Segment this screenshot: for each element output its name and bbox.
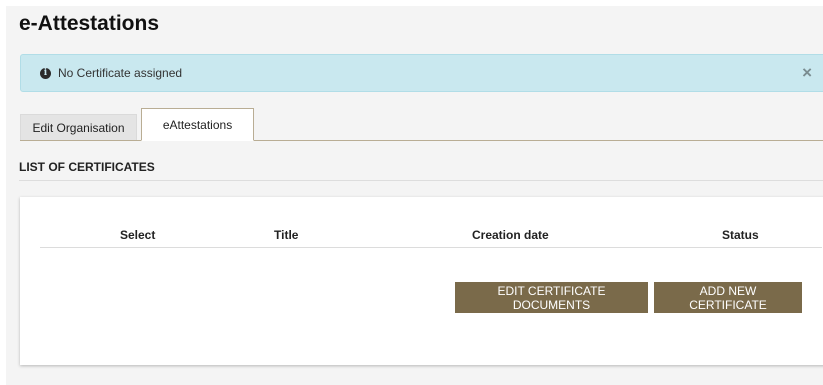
table-header: Select Title Creation date Status <box>40 225 822 248</box>
info-alert: i No Certificate assigned × <box>20 54 823 92</box>
edit-certificate-documents-button[interactable]: EDIT CERTIFICATE DOCUMENTS <box>455 282 648 313</box>
section-divider <box>19 180 823 181</box>
column-header-creation-date[interactable]: Creation date <box>472 228 549 242</box>
column-header-title[interactable]: Title <box>274 228 298 242</box>
add-new-certificate-button[interactable]: ADD NEW CERTIFICATE <box>654 282 802 313</box>
tab-bar: Edit Organisation eAttestations <box>20 108 823 141</box>
alert-message: No Certificate assigned <box>58 66 183 80</box>
close-icon[interactable]: × <box>802 64 812 82</box>
page-container: e-Attestations i No Certificate assigned… <box>6 6 823 385</box>
tab-eattestations[interactable]: eAttestations <box>141 108 254 141</box>
section-title: LIST OF CERTIFICATES <box>19 160 155 174</box>
tab-edit-organisation[interactable]: Edit Organisation <box>20 114 137 140</box>
column-header-select[interactable]: Select <box>120 228 155 242</box>
info-circle-icon: i <box>40 67 51 79</box>
page-title: e-Attestations <box>19 12 160 35</box>
certificates-card: Select Title Creation date Status EDIT C… <box>20 197 823 365</box>
column-header-status[interactable]: Status <box>722 228 759 242</box>
